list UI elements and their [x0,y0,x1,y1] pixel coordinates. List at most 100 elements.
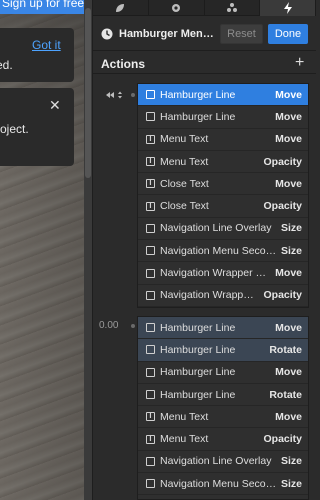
actions-header: Actions + [93,52,316,74]
notice-text: roject. [0,122,29,136]
box-element-icon [146,112,155,122]
action-target-name: Hamburger Line [160,343,236,356]
action-target-name: Close Text [160,200,209,213]
text-element-icon [146,156,155,167]
action-target-name: Menu Text [160,155,209,168]
add-icon[interactable]: + [295,55,304,71]
done-button[interactable]: Done [268,24,308,44]
action-type-label: Size [280,455,302,468]
collapse-arrows-icon[interactable] [106,91,126,99]
text-element-icon [146,134,155,144]
action-row[interactable]: Menu Text Move [138,406,308,429]
text-element-icon [146,178,155,189]
drops-icon[interactable] [205,0,261,16]
reset-button[interactable]: Reset [220,24,263,44]
box-element-icon [146,223,155,233]
action-type-label: Move [275,410,302,423]
action-target-name: Navigation Wrapper Content [160,267,271,280]
group-time-label: 0.00 [99,320,119,331]
site-preview-canvas: Sign up for free Got it ed. ✕ roject. [0,0,84,500]
notice-card: Got it ed. [0,28,74,82]
action-type-label: Move [275,321,302,334]
action-target-name: Navigation Wrapper Content [160,289,259,302]
action-target-name: Hamburger Line [160,366,236,379]
text-element-icon [146,434,155,444]
leaf-icon[interactable] [93,0,149,16]
action-row[interactable]: Hamburger Line Rotate [138,339,308,362]
interaction-title: Hamburger Menu Interaction [119,28,215,40]
canvas-scrollbar[interactable] [84,0,92,500]
got-it-link[interactable]: Got it [32,38,61,52]
action-row[interactable]: Close Text Opacity [138,195,308,218]
action-row[interactable]: Menu Text Move [138,129,308,151]
action-row[interactable]: Hamburger Line Move [138,362,308,384]
action-group: Hamburger LineMoveHamburger LineMoveMenu… [137,83,309,308]
notice-card: ✕ roject. [0,88,74,166]
box-element-icon [146,345,155,355]
action-row[interactable]: Navigation Wrapper Content Move [138,262,308,285]
box-element-icon [146,290,155,300]
action-target-name: Navigation Menu Secondary [160,477,277,490]
gear-icon[interactable] [149,0,205,16]
action-type-label: Move [275,88,302,101]
action-row[interactable]: Navigation Wrapper Content Opacity [138,285,308,307]
action-row[interactable]: Hamburger Line Move [138,84,308,107]
actions-title: Actions [101,57,146,71]
action-row[interactable]: Navigation Line Overlay Size [138,218,308,241]
action-group: Hamburger Line Move Hamburger Line Rotate Ha… [137,316,309,500]
close-icon[interactable]: ✕ [49,98,61,112]
action-type-label: Rotate [269,343,302,356]
box-element-icon [146,268,155,278]
timeline-dot [131,324,135,328]
action-type-label: Opacity [263,155,302,168]
action-row[interactable]: Navigation Menu SecondarySize [138,240,308,263]
action-target-name: Menu Text [160,133,209,146]
clock-icon [101,28,113,40]
action-type-label: Move [275,267,302,280]
action-type-label: Move [275,366,302,379]
action-row[interactable]: Hamburger Line Rotate [138,384,308,407]
action-row[interactable]: Hamburger Line Move [138,106,308,129]
box-element-icon [146,246,155,256]
canvas-scrollbar-thumb[interactable] [85,8,91,178]
timeline-dot [131,93,135,97]
interaction-title-bar: Hamburger Menu Interaction Reset Done [93,17,316,51]
panel-tab-bar [93,0,316,16]
notice-text: ed. [0,58,13,72]
action-type-label: Move [275,110,302,123]
action-target-name: Hamburger Line [160,388,236,401]
interactions-panel: Hamburger Menu Interaction Reset Done Ac… [92,0,316,500]
action-type-label: Opacity [263,433,302,446]
action-row[interactable]: Close Text Move [138,173,308,196]
box-element-icon [146,479,155,489]
action-row[interactable]: Hamburger Line Move [138,317,308,340]
action-target-name: Close Text [160,177,209,190]
action-type-label: Size [280,244,302,257]
box-element-icon [146,456,155,466]
group-collapse-controls[interactable] [106,91,126,101]
text-element-icon [146,201,155,211]
action-row[interactable]: Menu Text Opacity [138,151,308,174]
lightning-icon[interactable] [260,0,316,16]
action-target-name: Hamburger Line [160,110,236,123]
box-element-icon [146,367,155,377]
action-target-name: Navigation Menu Secondary [160,244,277,257]
action-target-name: Hamburger Line [160,321,236,334]
box-element-icon [146,390,155,400]
action-type-label: Move [275,177,302,190]
signup-text[interactable]: Sign up for free [2,0,84,10]
action-row[interactable]: Menu Text Opacity [138,428,308,451]
action-type-label: Size [280,222,302,235]
action-type-label: Opacity [263,200,302,213]
signup-banner[interactable]: Sign up for free [0,0,84,14]
action-row[interactable]: Navigation Line Overlay Size [138,451,308,474]
action-target-name: Menu Text [160,433,209,446]
panel-scrollbar[interactable] [311,75,316,500]
action-type-label: Opacity [263,289,302,302]
action-type-label: Size [280,477,302,490]
text-element-icon [146,411,155,422]
action-type-label: Move [275,133,302,146]
box-element-icon [146,90,155,100]
action-row[interactable]: Navigation Menu SecondarySize [138,473,308,496]
action-target-name: Menu Text [160,410,209,423]
